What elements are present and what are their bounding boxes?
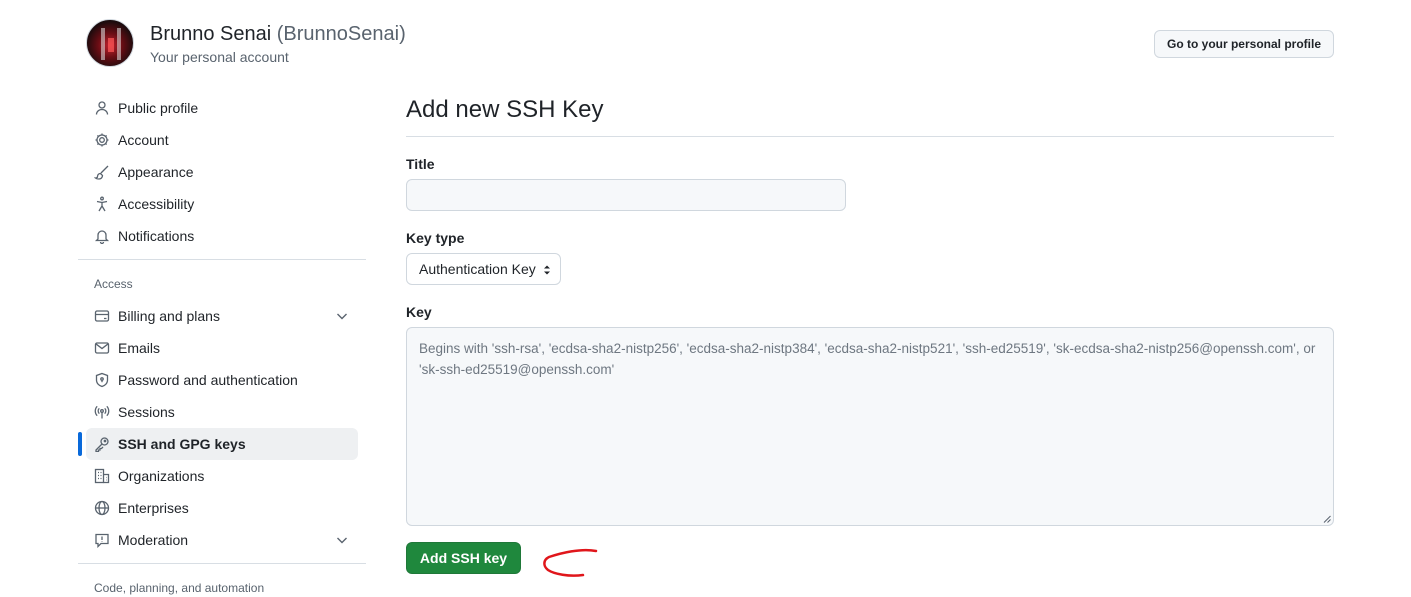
main-content: Add new SSH Key Title Key type Authentic… <box>406 96 1334 574</box>
sidebar-item-label: Billing and plans <box>118 308 220 324</box>
title-label: Title <box>406 156 435 172</box>
annotation-arrow-icon <box>543 548 598 577</box>
sidebar-item-label: Accessibility <box>118 196 195 212</box>
sidebar-group-access: Access <box>94 277 133 291</box>
report-icon <box>94 532 110 548</box>
settings-sidebar: Public profile Account Appearance Access… <box>78 92 366 597</box>
sidebar-item-sessions[interactable]: Sessions <box>86 396 358 428</box>
gear-icon <box>94 132 110 148</box>
account-subtitle: Your personal account <box>150 49 289 65</box>
chevron-down-icon[interactable] <box>334 532 350 548</box>
key-type-select[interactable]: Authentication Key <box>406 253 561 285</box>
sidebar-item-label: Account <box>118 132 169 148</box>
key-type-label: Key type <box>406 230 465 246</box>
sidebar-group-code-planning: Code, planning, and automation <box>94 581 265 595</box>
sidebar-item-accessibility[interactable]: Accessibility <box>86 188 358 220</box>
add-ssh-key-button[interactable]: Add SSH key <box>406 542 521 574</box>
key-icon <box>94 436 110 452</box>
sidebar-item-label: Sessions <box>118 404 175 420</box>
sidebar-item-ssh-gpg-keys[interactable]: SSH and GPG keys <box>78 428 358 460</box>
credit-card-icon <box>94 308 110 324</box>
paintbrush-icon <box>94 164 110 180</box>
organization-icon <box>94 468 110 484</box>
display-name[interactable]: Brunno Senai <box>150 23 271 45</box>
sidebar-item-billing[interactable]: Billing and plans <box>86 300 358 332</box>
bell-icon <box>94 228 110 244</box>
person-icon <box>94 100 110 116</box>
sidebar-item-appearance[interactable]: Appearance <box>86 156 358 188</box>
sidebar-item-account[interactable]: Account <box>86 124 358 156</box>
resize-handle-icon[interactable] <box>1323 515 1331 523</box>
sidebar-item-enterprises[interactable]: Enterprises <box>86 492 358 524</box>
sidebar-divider <box>78 259 366 260</box>
username-handle: (BrunnoSenai) <box>276 23 406 45</box>
shield-lock-icon <box>94 372 110 388</box>
chevron-down-icon[interactable] <box>334 308 350 324</box>
sidebar-item-notifications[interactable]: Notifications <box>86 220 358 252</box>
sidebar-item-emails[interactable]: Emails <box>86 332 358 364</box>
sidebar-item-label: SSH and GPG keys <box>118 436 246 452</box>
sidebar-item-label: Emails <box>118 340 161 356</box>
sidebar-item-password[interactable]: Password and authentication <box>86 364 358 396</box>
sidebar-item-label: Password and authentication <box>118 372 298 388</box>
account-name: Brunno Senai (BrunnoSenai) <box>150 23 406 46</box>
key-placeholder: Begins with 'ssh-rsa', 'ecdsa-sha2-nistp… <box>419 341 1316 377</box>
key-textarea[interactable]: Begins with 'ssh-rsa', 'ecdsa-sha2-nistp… <box>406 327 1334 526</box>
sidebar-item-label: Notifications <box>118 228 195 244</box>
sidebar-item-label: Moderation <box>118 532 189 548</box>
sidebar-item-organizations[interactable]: Organizations <box>86 460 358 492</box>
key-type-selected-value: Authentication Key <box>419 261 536 277</box>
sidebar-item-label: Public profile <box>118 100 199 116</box>
sidebar-divider <box>78 563 366 564</box>
avatar[interactable] <box>86 19 134 67</box>
account-header: Brunno Senai (BrunnoSenai) Your personal… <box>86 19 1334 69</box>
accessibility-icon <box>94 196 110 212</box>
page-title: Add new SSH Key <box>406 96 1334 137</box>
title-input[interactable] <box>406 179 846 211</box>
mail-icon <box>94 340 110 356</box>
sidebar-item-label: Appearance <box>118 164 194 180</box>
go-to-profile-button[interactable]: Go to your personal profile <box>1153 30 1334 58</box>
select-arrows-icon <box>544 265 550 275</box>
sidebar-item-moderation[interactable]: Moderation <box>86 524 358 556</box>
sidebar-item-label: Enterprises <box>118 500 189 516</box>
sidebar-item-label: Organizations <box>118 468 205 484</box>
selected-indicator <box>78 432 82 456</box>
sidebar-item-public-profile[interactable]: Public profile <box>86 92 358 124</box>
key-label: Key <box>406 304 432 320</box>
broadcast-icon <box>94 404 110 420</box>
globe-icon <box>94 500 110 516</box>
